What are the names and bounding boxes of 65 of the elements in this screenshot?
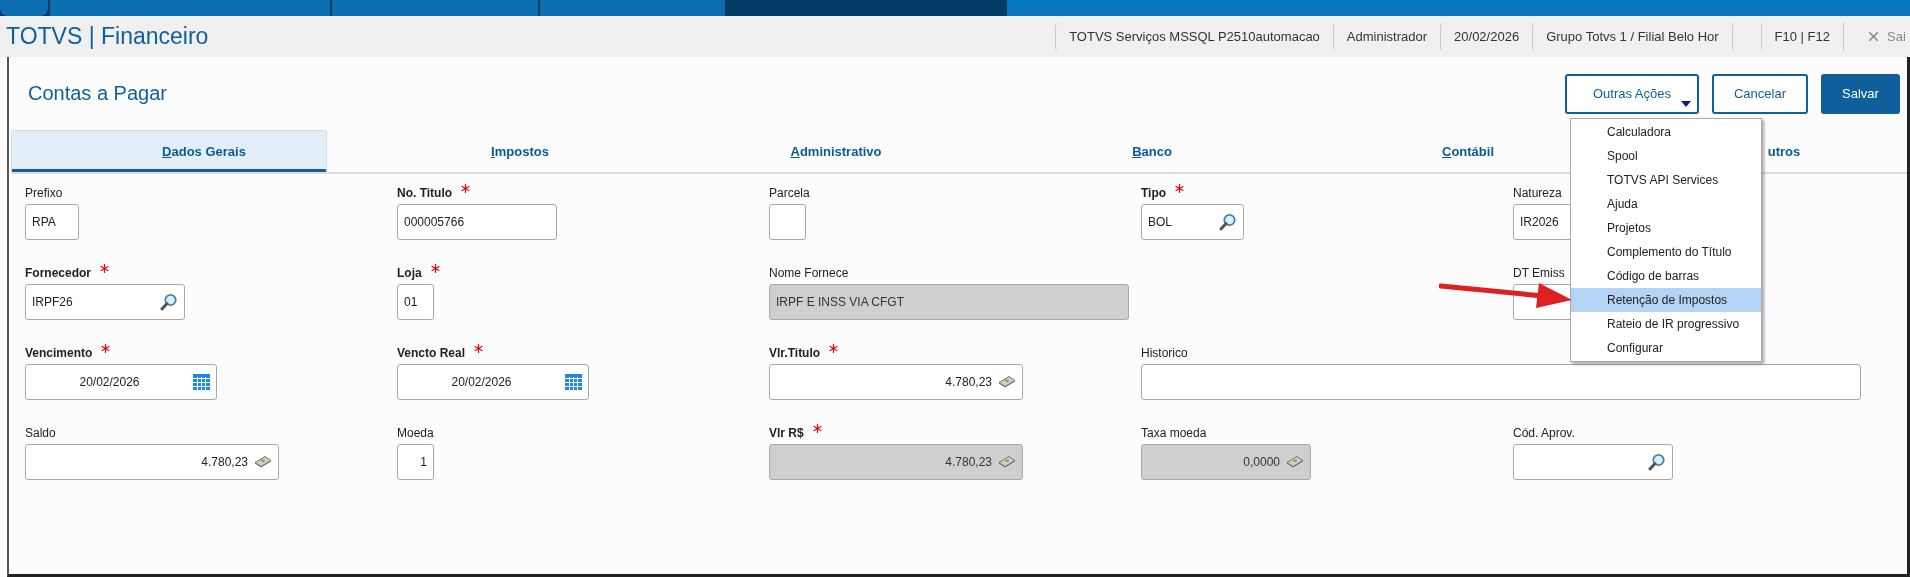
menu-item[interactable]: Configurar (1571, 336, 1761, 360)
input-field[interactable] (1513, 444, 1673, 480)
tab[interactable]: Dados Gerais (11, 130, 327, 172)
field-label: Vencimento (25, 346, 93, 360)
input-field[interactable]: BOL (1141, 204, 1244, 240)
menu-item[interactable]: Código de barras (1571, 264, 1761, 288)
menu-item[interactable]: Ajuda (1571, 192, 1761, 216)
input-field[interactable]: 4.780,23 (769, 364, 1023, 400)
tab[interactable]: Banco (959, 130, 1275, 172)
field-label: Tipo (1141, 186, 1167, 200)
menu-item[interactable]: Projetos (1571, 216, 1761, 240)
save-button[interactable]: Salvar (1821, 73, 1900, 114)
close-icon[interactable] (1866, 29, 1881, 44)
menu-item[interactable]: Rateio de IR progressivo (1571, 312, 1761, 336)
search-icon[interactable] (1219, 213, 1237, 231)
status-segment: Grupo Totvs 1 / Filial Belo Hor (1532, 22, 1732, 51)
input-field[interactable] (769, 204, 806, 240)
field-label: Nome Fornece (769, 266, 849, 280)
field-label: Vlr R$ (769, 426, 804, 440)
field-label: Historico (1141, 346, 1188, 360)
input-field[interactable]: 20/02/2026 (397, 364, 589, 400)
input-field[interactable]: 20/02/2026 (25, 364, 217, 400)
field-label: DT Emiss (1513, 266, 1565, 280)
input-field[interactable]: 1 (397, 444, 434, 480)
status-segment: F10 | F12 (1760, 22, 1843, 51)
menu-item[interactable]: TOTVS API Services (1571, 168, 1761, 192)
search-icon[interactable] (1648, 453, 1666, 471)
field-label: Cód. Aprov. (1513, 426, 1575, 440)
status-segment: TOTVS Serviços MSSQL P2510automacao (1055, 22, 1333, 51)
menu-item[interactable]: Calculadora (1571, 120, 1761, 144)
input-field[interactable] (1141, 364, 1861, 400)
form-title: Contas a Pagar (28, 82, 168, 105)
input-field[interactable]: RPA (25, 204, 79, 240)
field-label: Prefixo (25, 186, 63, 200)
field-label: Vlr.Titulo (769, 346, 821, 360)
field-label: Saldo (25, 426, 56, 440)
field-label: Parcela (769, 186, 810, 200)
actions-dropdown[interactable]: Outras Ações (1564, 73, 1699, 114)
menu-item[interactable]: Retenção de Impostos (1571, 288, 1761, 312)
tab[interactable]: Administrativo (643, 130, 959, 172)
calendar-icon[interactable] (565, 374, 582, 390)
field-label: No. Titulo (397, 186, 453, 200)
banknotes-icon[interactable] (998, 376, 1016, 388)
calendar-icon[interactable] (193, 374, 210, 390)
banknotes-icon[interactable] (254, 456, 272, 468)
input-field[interactable]: 000005766 (397, 204, 557, 240)
status-segment: 20/02/2026 (1440, 22, 1533, 51)
field-label: Loja (397, 266, 422, 280)
cancel-button[interactable]: Cancelar (1711, 73, 1808, 114)
field-label: Vencto Real (397, 346, 466, 360)
window-tab[interactable] (0, 0, 48, 16)
input-field[interactable]: 4.780,23 (25, 444, 279, 480)
menu-item[interactable]: Complemento do Título (1571, 240, 1761, 264)
field-label: Taxa moeda (1141, 426, 1207, 440)
field-label: Fornecedor (25, 266, 91, 280)
input-field[interactable]: IRPF26 (25, 284, 185, 320)
status-segment: Administrador (1332, 22, 1441, 51)
app-title: TOTVS | Financeiro (5, 23, 210, 50)
search-icon[interactable] (160, 293, 178, 311)
caret-icon (1680, 100, 1691, 107)
input-field[interactable]: 01 (397, 284, 434, 320)
field-label: Moeda (397, 426, 434, 440)
field-label: Natureza (1513, 186, 1562, 200)
tab[interactable]: Impostos (327, 130, 643, 172)
menu-item[interactable]: Spool (1571, 144, 1761, 168)
